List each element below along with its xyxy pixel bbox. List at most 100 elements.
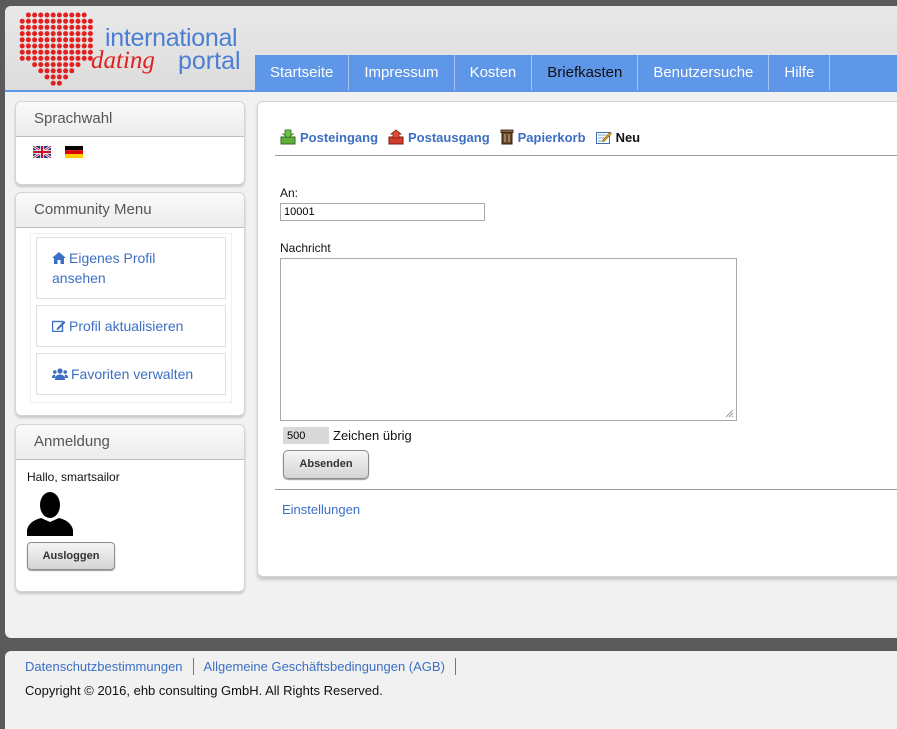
heart-dot bbox=[19, 37, 25, 43]
login-box-title: Anmeldung bbox=[16, 425, 244, 460]
footer-links: Datenschutzbestimmungen Allgemeine Gesch… bbox=[25, 658, 466, 675]
heart-dot bbox=[69, 24, 75, 30]
tab-outbox[interactable]: Postausgang bbox=[388, 129, 490, 145]
heart-dot bbox=[44, 68, 50, 74]
heart-dot bbox=[81, 43, 87, 49]
heart-dot bbox=[56, 55, 62, 61]
heart-dot bbox=[63, 31, 69, 37]
tab-new[interactable]: Neu bbox=[595, 130, 640, 145]
home-icon bbox=[52, 252, 66, 264]
heart-dot bbox=[69, 43, 75, 49]
tab-outbox-label: Postausgang bbox=[408, 129, 490, 145]
resize-grip-icon[interactable] bbox=[724, 408, 734, 418]
heart-dot bbox=[81, 49, 87, 55]
heart-dot bbox=[32, 24, 38, 30]
heart-dot bbox=[44, 43, 50, 49]
edit-icon bbox=[52, 320, 66, 332]
heart-dot bbox=[32, 37, 38, 43]
nav-item-impressum[interactable]: Impressum bbox=[349, 55, 455, 91]
uk-flag-icon[interactable] bbox=[33, 146, 51, 158]
logout-button[interactable]: Ausloggen bbox=[27, 542, 115, 570]
heart-dot bbox=[38, 37, 44, 43]
nav-item-benutzersuche[interactable]: Benutzersuche bbox=[638, 55, 770, 91]
heart-dot bbox=[56, 24, 62, 30]
logo-text-dating: dating bbox=[91, 47, 155, 74]
heart-dot bbox=[63, 55, 69, 61]
german-flag-icon[interactable] bbox=[65, 146, 83, 158]
heart-dot bbox=[38, 31, 44, 37]
heart-dot bbox=[19, 24, 25, 30]
heart-dot bbox=[25, 24, 31, 30]
heart-dot bbox=[87, 18, 93, 24]
heart-dot bbox=[25, 43, 31, 49]
logo[interactable]: international dating portal bbox=[13, 12, 253, 88]
heart-dot bbox=[50, 68, 56, 74]
nav-item-kosten[interactable]: Kosten bbox=[455, 55, 533, 91]
heart-dot bbox=[32, 43, 38, 49]
update-profile-label: Profil aktualisieren bbox=[69, 318, 184, 334]
heart-dot bbox=[69, 12, 75, 18]
heart-dot bbox=[50, 18, 56, 24]
heart-dot bbox=[63, 43, 69, 49]
tab-inbox[interactable]: Posteingang bbox=[280, 129, 378, 145]
tab-trash[interactable]: Papierkorb bbox=[500, 129, 586, 145]
heart-dot bbox=[56, 68, 62, 74]
heart-dot bbox=[19, 18, 25, 24]
heart-dot bbox=[63, 12, 69, 18]
nav-item-briefkasten[interactable]: Briefkasten bbox=[532, 55, 639, 91]
heart-dot bbox=[75, 62, 81, 68]
nav-item-startseite[interactable]: Startseite bbox=[255, 55, 350, 91]
language-box-title: Sprachwahl bbox=[16, 102, 244, 137]
settings-link[interactable]: Einstellungen bbox=[282, 502, 360, 517]
heart-dot bbox=[75, 43, 81, 49]
heart-dot bbox=[81, 37, 87, 43]
message-label: Nachricht bbox=[280, 241, 331, 255]
view-profile-label: Eigenes Profil ansehen bbox=[52, 250, 156, 286]
recipient-label: An: bbox=[280, 186, 299, 200]
outbox-icon bbox=[388, 129, 404, 145]
heart-dot bbox=[44, 37, 50, 43]
privacy-link[interactable]: Datenschutzbestimmungen bbox=[25, 658, 194, 675]
terms-link[interactable]: Allgemeine Geschäftsbedingungen (AGB) bbox=[204, 658, 456, 675]
heart-dot bbox=[69, 37, 75, 43]
heart-dot bbox=[75, 55, 81, 61]
heart-dot bbox=[44, 62, 50, 68]
heart-dot bbox=[87, 24, 93, 30]
heart-dot bbox=[63, 62, 69, 68]
update-profile-link[interactable]: Profil aktualisieren bbox=[36, 305, 226, 347]
heart-dot bbox=[32, 62, 38, 68]
nav-item-hilfe[interactable]: Hilfe bbox=[769, 55, 831, 91]
nav-underline bbox=[5, 90, 897, 92]
login-box: Anmeldung Hallo, smartsailor Ausloggen bbox=[15, 424, 245, 592]
heart-dot bbox=[63, 68, 69, 74]
copyright-text: Copyright © 2016, ehb consulting GmbH. A… bbox=[25, 683, 383, 698]
heart-dot bbox=[69, 68, 75, 74]
heart-dot bbox=[19, 55, 25, 61]
message-textarea[interactable] bbox=[280, 258, 737, 421]
heart-dot bbox=[81, 55, 87, 61]
heart-dot bbox=[56, 12, 62, 18]
heart-dot bbox=[38, 55, 44, 61]
heart-dot bbox=[38, 68, 44, 74]
settings-divider bbox=[275, 489, 897, 490]
view-profile-link[interactable]: Eigenes Profil ansehen bbox=[36, 237, 226, 299]
tab-inbox-label: Posteingang bbox=[300, 129, 379, 145]
heart-dot bbox=[50, 31, 56, 37]
heart-dot bbox=[56, 49, 62, 55]
heart-dot bbox=[63, 18, 69, 24]
heart-dot bbox=[19, 31, 25, 37]
chars-left-counter bbox=[283, 427, 329, 444]
heart-dot bbox=[32, 18, 38, 24]
heart-dot bbox=[50, 74, 56, 80]
heart-dot bbox=[81, 31, 87, 37]
heart-dot bbox=[87, 31, 93, 37]
mailbox-tabs: Posteingang Postausgang Papierkorb Neu bbox=[280, 129, 640, 145]
heart-dot bbox=[44, 55, 50, 61]
send-button[interactable]: Absenden bbox=[283, 450, 369, 479]
recipient-input[interactable] bbox=[280, 203, 485, 221]
manage-favorites-link[interactable]: Favoriten verwalten bbox=[36, 353, 226, 395]
heart-dot bbox=[75, 18, 81, 24]
heart-dot bbox=[38, 49, 44, 55]
heart-dot bbox=[25, 12, 31, 18]
heart-dot bbox=[38, 12, 44, 18]
